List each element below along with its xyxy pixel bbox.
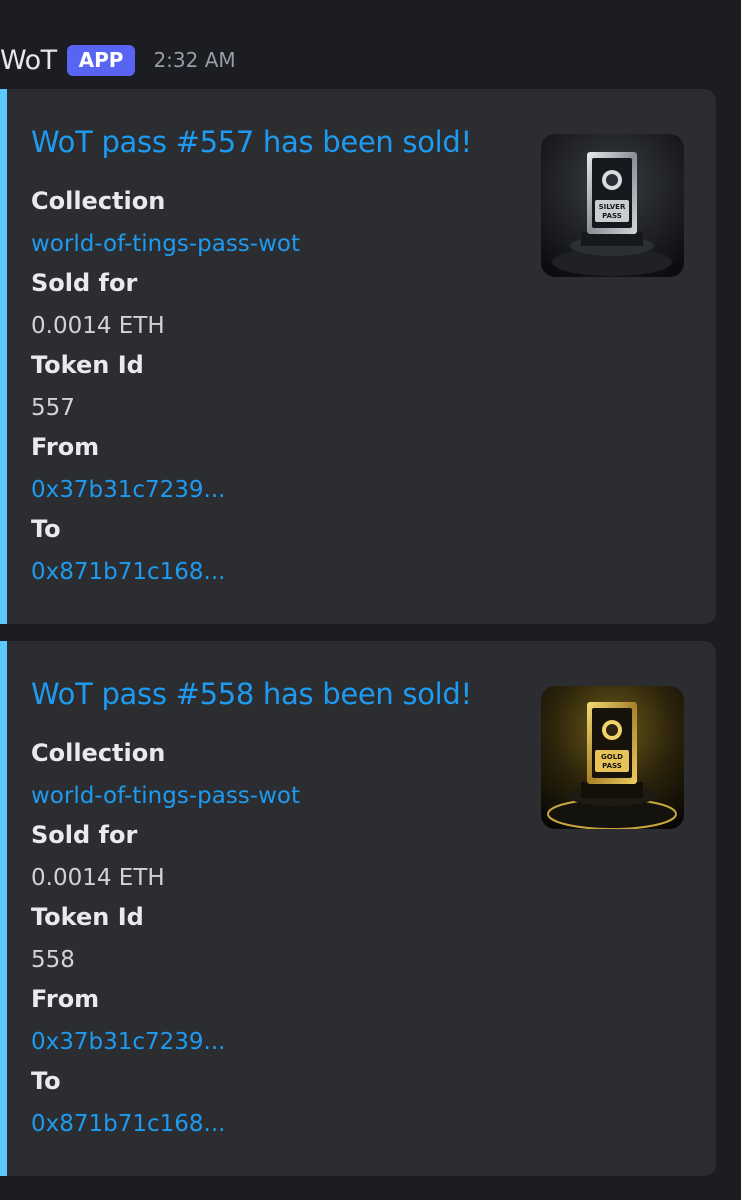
field-name-from: From [31,985,100,1013]
field-value-token-id: 557 [31,395,75,421]
field-name-token-id: Token Id [31,903,144,931]
field-name-from: From [31,433,100,461]
app-badge: APP [66,44,136,76]
field-value-to-link[interactable]: 0x871b71c168... [31,1111,226,1137]
sale-embed: WoT pass #557 has been sold! Collection … [0,89,716,624]
field-name-token-id: Token Id [31,351,144,379]
silver-label-top: SILVER [599,203,626,211]
field-value-collection-link[interactable]: world-of-tings-pass-wot [31,783,300,809]
field-name-to: To [31,1067,61,1095]
field-value-sold-for: 0.0014 ETH [31,865,165,891]
field-value-sold-for: 0.0014 ETH [31,313,165,339]
sale-embed: WoT pass #558 has been sold! Collection … [0,641,716,1176]
field-value-to-link[interactable]: 0x871b71c168... [31,559,226,585]
field-value-collection-link[interactable]: world-of-tings-pass-wot [31,231,300,257]
field-name-to: To [31,515,61,543]
embed-title-link[interactable]: WoT pass #557 has been sold! [31,125,472,159]
silver-pass-thumbnail[interactable]: SILVER PASS [541,134,684,277]
field-name-collection: Collection [31,739,166,767]
field-name-sold-for: Sold for [31,821,138,849]
gold-label-bottom: PASS [602,762,622,770]
silver-label-bottom: PASS [602,212,622,220]
embed-accent-bar [0,89,7,624]
author-name[interactable]: WoT [0,45,57,76]
field-value-from-link[interactable]: 0x37b31c7239... [31,1029,226,1055]
field-value-token-id: 558 [31,947,75,973]
embed-title-link[interactable]: WoT pass #558 has been sold! [31,677,472,711]
field-value-from-link[interactable]: 0x37b31c7239... [31,477,226,503]
field-name-sold-for: Sold for [31,269,138,297]
message-timestamp[interactable]: 2:32 AM [153,48,235,72]
gold-label-top: GOLD [601,753,623,761]
gold-pass-thumbnail[interactable]: GOLD PASS [541,686,684,829]
field-name-collection: Collection [31,187,166,215]
embed-accent-bar [0,641,7,1176]
message-header: WoT APP 2:32 AM [0,40,236,80]
